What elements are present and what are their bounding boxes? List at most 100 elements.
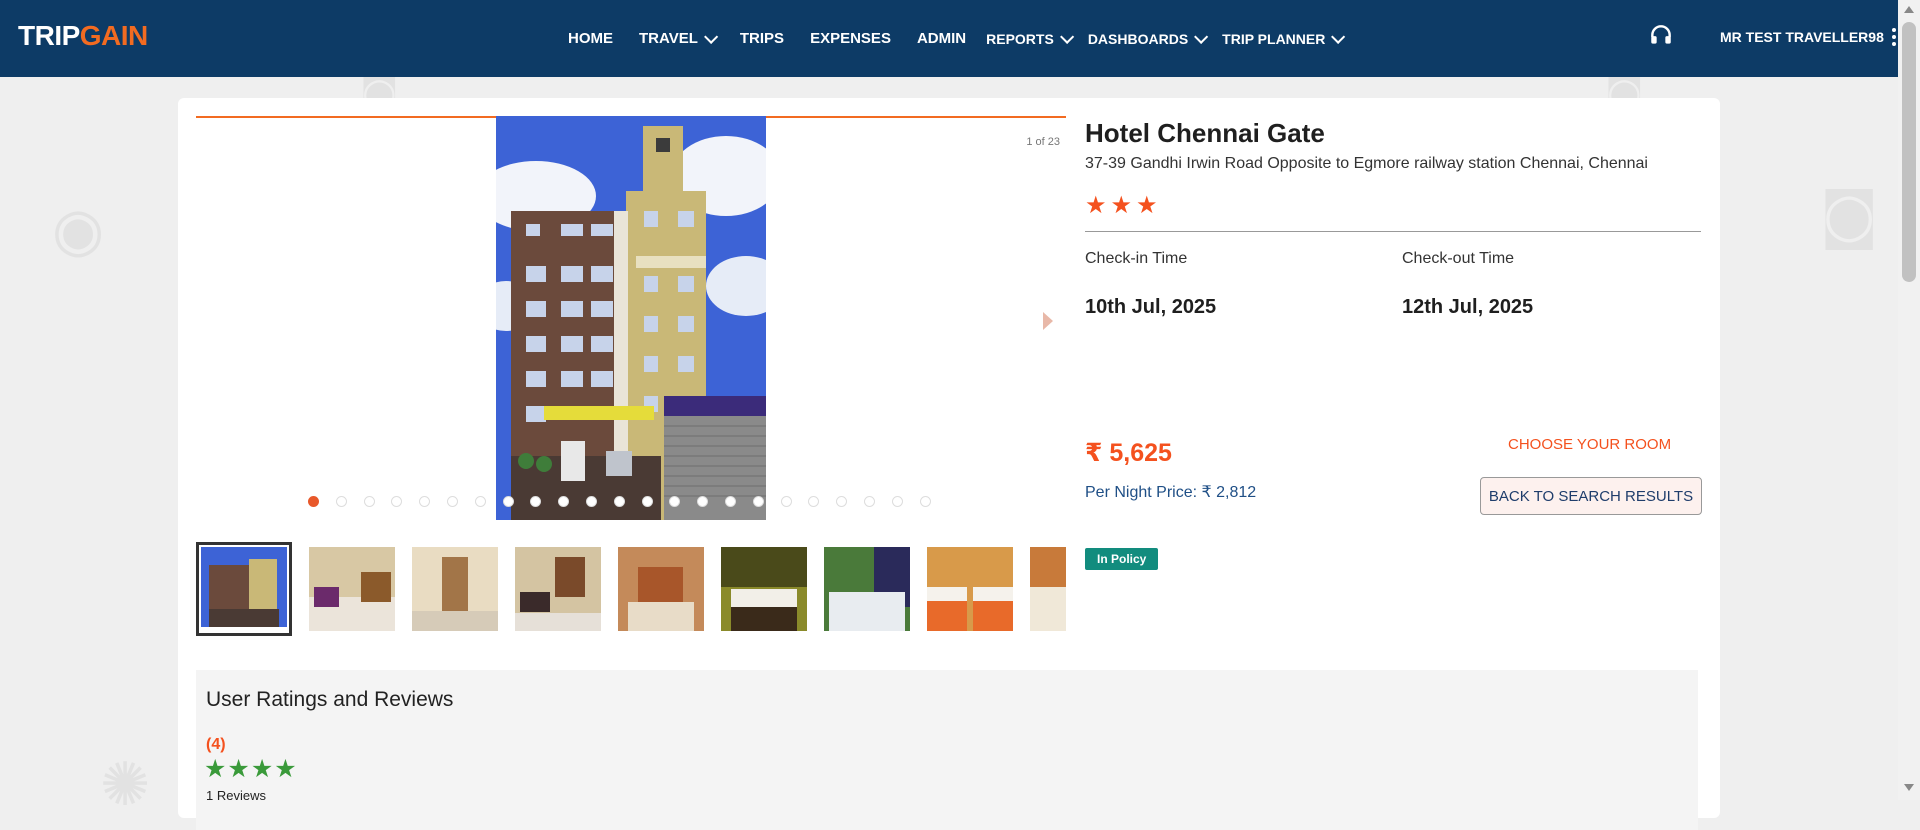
carousel-dot[interactable]	[585, 496, 597, 507]
nav-label: REPORTS	[986, 30, 1054, 47]
thumbnail-lobby[interactable]	[309, 547, 395, 631]
logo-text-trip: TRIP	[18, 20, 80, 51]
next-photo-arrow-icon[interactable]	[1043, 312, 1053, 330]
nav-label: TRAVEL	[639, 30, 698, 47]
carousel-dot[interactable]	[558, 496, 570, 507]
star-icon: ★	[204, 754, 227, 783]
thumbnail-strip	[196, 541, 1066, 637]
carousel-dot[interactable]	[391, 496, 403, 507]
carousel-dot[interactable]	[613, 496, 625, 507]
carousel-dot[interactable]	[669, 496, 681, 507]
star-icon: ★	[274, 754, 297, 783]
checkout-column: Check-out Time 12th Jul, 2025	[1402, 250, 1533, 319]
star-icon: ★	[1085, 191, 1107, 219]
carousel-dots	[308, 496, 947, 507]
nav-dashboards[interactable]: DASHBOARDS	[1087, 29, 1209, 47]
checkout-date: 12th Jul, 2025	[1402, 296, 1534, 318]
star-icon: ★	[250, 754, 274, 783]
thumbnail-bedroom-green[interactable]	[824, 547, 910, 631]
carousel-dot[interactable]	[919, 496, 931, 507]
hotel-address: 37-39 Gandhi Irwin Road Opposite to Egmo…	[1085, 155, 1648, 172]
reviews-title: User Ratings and Reviews	[206, 688, 454, 711]
carousel-dot[interactable]	[780, 496, 792, 507]
star-icon: ★	[1136, 191, 1158, 219]
thumbnail-hotel-exterior[interactable]	[196, 542, 292, 636]
nav-home[interactable]: HOME	[568, 30, 613, 47]
carousel-dot[interactable]	[808, 496, 820, 507]
carousel-dot[interactable]	[697, 496, 709, 507]
carousel-dot[interactable]	[446, 496, 458, 507]
watermark-eye-icon: ◉	[52, 195, 105, 265]
thumbnail-bedroom-partial[interactable]	[1030, 547, 1066, 631]
user-menu[interactable]: MR TEST TRAVELLER98	[1720, 28, 1896, 46]
hotel-name: Hotel Chennai Gate	[1085, 118, 1325, 148]
nav-expenses[interactable]: EXPENSES	[810, 30, 891, 47]
top-navigation-bar: TRIPGAIN HOME TRAVEL TRIPS EXPENSES ADMI…	[0, 0, 1898, 77]
per-night-price: Per Night Price: ₹ 2,812	[1085, 484, 1257, 501]
chevron-down-icon	[703, 29, 719, 44]
nav-label: HOME	[568, 30, 613, 47]
logo-text-gain: GAIN	[79, 20, 149, 51]
checkin-column: Check-in Time 10th Jul, 2025	[1085, 250, 1216, 319]
carousel-dot[interactable]	[891, 496, 903, 507]
nav-admin[interactable]: ADMIN	[917, 30, 966, 47]
nav-trips[interactable]: TRIPS	[740, 30, 784, 47]
nav-travel[interactable]: TRAVEL	[639, 29, 719, 47]
nav-label: DASHBOARDS	[1087, 30, 1189, 47]
checkout-label: Check-out Time	[1402, 250, 1515, 267]
divider	[1085, 231, 1701, 232]
review-score: (4)	[206, 736, 226, 753]
page-scrollbar[interactable]	[1898, 0, 1920, 800]
hotel-detail-card: 1 of 23 Hotel Chennai Gate 37-39 Gandhi …	[178, 98, 1720, 830]
thumbnail-reception[interactable]	[515, 547, 601, 631]
carousel-dot[interactable]	[530, 496, 542, 507]
scroll-up-arrow-icon[interactable]	[1904, 6, 1914, 13]
chevron-down-icon	[1331, 29, 1346, 44]
in-policy-badge: In Policy	[1085, 548, 1159, 570]
checkin-date: 10th Jul, 2025	[1085, 296, 1217, 318]
carousel-dot[interactable]	[335, 496, 347, 507]
main-nav: HOME TRAVEL TRIPS EXPENSES ADMIN REPORTS…	[568, 0, 1359, 77]
star-icon: ★	[1110, 191, 1133, 219]
scrollbar-thumb[interactable]	[1902, 22, 1916, 282]
choose-room-link[interactable]: CHOOSE YOUR ROOM	[1508, 436, 1671, 453]
nav-reports[interactable]: REPORTS	[986, 29, 1075, 47]
carousel-dot[interactable]	[308, 496, 319, 507]
chevron-down-icon	[1059, 29, 1075, 44]
tripgain-logo[interactable]: TRIPGAIN	[18, 20, 148, 52]
watermark-camera-icon: ◙	[1820, 180, 1879, 250]
review-star-rating: ★ ★ ★ ★	[204, 756, 297, 781]
carousel-dot[interactable]	[363, 496, 375, 507]
kebab-menu-icon[interactable]	[1891, 28, 1896, 46]
chevron-down-icon	[1194, 29, 1209, 44]
nav-label: EXPENSES	[810, 30, 891, 47]
nav-trip-planner[interactable]: TRIP PLANNER	[1222, 29, 1346, 47]
nav-label: TRIPS	[739, 30, 785, 47]
scroll-down-arrow-icon[interactable]	[1904, 784, 1914, 791]
hotel-star-rating: ★ ★ ★	[1085, 193, 1701, 217]
checkin-label: Check-in Time	[1085, 250, 1188, 267]
thumbnail-corridor[interactable]	[412, 547, 498, 631]
watermark-sun-icon: ✺	[100, 750, 151, 820]
headset-icon[interactable]	[1648, 22, 1674, 48]
hotel-details: Hotel Chennai Gate 37-39 Gandhi Irwin Ro…	[1085, 118, 1702, 570]
carousel-dot[interactable]	[836, 496, 848, 507]
photo-carousel: 1 of 23	[196, 116, 1066, 520]
total-price: ₹ 5,625	[1085, 439, 1172, 467]
checkin-checkout: Check-in Time 10th Jul, 2025 Check-out T…	[1085, 250, 1701, 350]
thumbnail-bedroom-twin-orange[interactable]	[927, 547, 1013, 631]
carousel-dot[interactable]	[863, 496, 875, 507]
carousel-dot[interactable]	[419, 496, 431, 507]
thumbnail-reception-desk[interactable]	[618, 547, 704, 631]
user-name: MR TEST TRAVELLER98	[1720, 29, 1884, 45]
main-hotel-photo[interactable]	[496, 116, 766, 520]
carousel-dot[interactable]	[641, 496, 653, 507]
back-to-search-button[interactable]: BACK TO SEARCH RESULTS	[1480, 477, 1702, 515]
user-reviews-section: User Ratings and Reviews (4) ★ ★ ★ ★ 1 Revi…	[196, 670, 1698, 830]
carousel-dot[interactable]	[502, 496, 514, 507]
carousel-dot[interactable]	[752, 496, 764, 507]
nav-label: TRIP PLANNER	[1222, 30, 1326, 47]
carousel-dot[interactable]	[724, 496, 736, 507]
thumbnail-bedroom-dark[interactable]	[721, 547, 807, 631]
carousel-dot[interactable]	[474, 496, 486, 507]
